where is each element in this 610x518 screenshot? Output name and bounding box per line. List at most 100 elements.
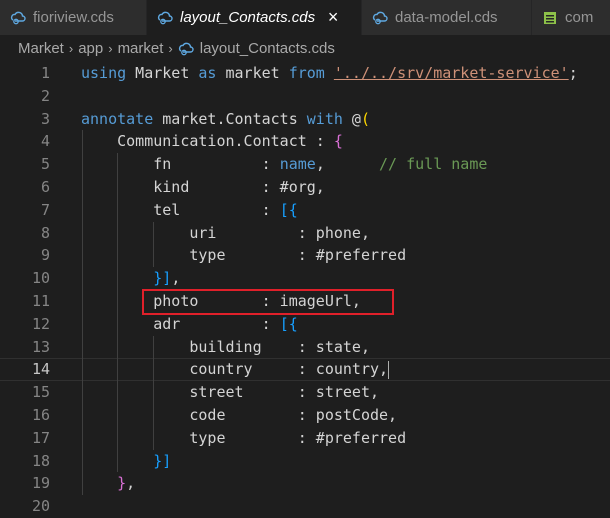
code-line[interactable]: 18 }] — [0, 450, 610, 473]
breadcrumb-item[interactable]: market — [118, 40, 164, 57]
code-token: '../../srv/market-service' — [333, 64, 569, 82]
code-token: }] — [153, 269, 172, 288]
chevron-right-icon: › — [68, 41, 74, 56]
code-line[interactable]: 7 tel : [{ — [0, 199, 610, 222]
code-line[interactable]: 16 code : postCode, — [0, 404, 610, 427]
code-text: }, — [81, 472, 135, 495]
code-token: ; — [568, 64, 578, 82]
code-line[interactable]: 6 kind : #org, — [0, 176, 610, 199]
code-token: { — [333, 132, 343, 151]
line-number: 4 — [40, 132, 50, 151]
line-number: 3 — [40, 109, 50, 128]
tab-label: layout_Contacts.cds — [180, 9, 316, 26]
code-line[interactable]: 3 annotate market.Contacts with @( — [0, 108, 610, 131]
code-line[interactable]: 14 country : country, — [0, 358, 610, 382]
breadcrumb-item[interactable]: app — [78, 40, 103, 57]
code-text: }] — [81, 450, 171, 473]
code-line[interactable]: 8 uri : phone, — [0, 222, 610, 245]
tab-com[interactable]: com — [532, 0, 610, 35]
line-number: 6 — [40, 178, 50, 196]
code-line[interactable]: 10 }], — [0, 267, 610, 290]
code-token: as — [198, 64, 217, 82]
indent-guide — [153, 335, 155, 450]
code-line[interactable]: 19 }, — [0, 472, 610, 495]
indent-guide — [117, 153, 119, 473]
code-line[interactable]: 1 using Market as market from '../../srv/… — [0, 62, 610, 85]
code-token: @ — [342, 109, 361, 128]
line-number: 19 — [31, 474, 50, 493]
code-token: building : state, — [81, 337, 370, 356]
code-token: }] — [153, 451, 172, 470]
code-text: using Market as market from '../../srv/m… — [81, 62, 578, 85]
code-text: }], — [81, 267, 180, 290]
code-text: Communication.Contact : { — [81, 130, 343, 153]
indent-guide — [153, 221, 155, 268]
code-editor[interactable]: 1 using Market as market from '../../srv/… — [0, 62, 610, 517]
code-token: } — [117, 474, 127, 493]
line-number: 20 — [31, 497, 50, 516]
code-token: type : #preferred — [81, 246, 407, 265]
code-line[interactable]: 12 adr : [{ — [0, 313, 610, 336]
line-number: 1 — [40, 64, 50, 82]
code-token: using — [81, 64, 127, 82]
tab-label: data-model.cds — [395, 9, 498, 26]
line-number: 15 — [31, 383, 50, 402]
cds-file-icon — [178, 41, 194, 57]
close-icon[interactable]: × — [325, 7, 341, 28]
code-text: uri : phone, — [81, 222, 370, 245]
indent-guide — [81, 130, 83, 496]
tab-label: fioriview.cds — [33, 9, 114, 26]
chevron-right-icon: › — [168, 41, 173, 56]
tab-data-model-cds[interactable]: data-model.cds — [362, 0, 532, 35]
code-token: type : #preferred — [81, 428, 407, 447]
code-token: tel : — [81, 200, 280, 219]
code-token: from — [288, 64, 325, 82]
code-line[interactable]: 4 Communication.Contact : { — [0, 130, 610, 153]
code-token: , — [315, 155, 380, 174]
line-number: 10 — [31, 269, 50, 288]
code-token: Communication.Contact : — [81, 132, 334, 151]
line-number: 14 — [31, 360, 50, 379]
code-line[interactable]: 2 — [0, 85, 610, 108]
breadcrumb-item[interactable]: layout_Contacts.cds — [200, 40, 335, 57]
chevron-right-icon: › — [108, 41, 113, 56]
code-token: country : country, — [81, 360, 389, 379]
tab-layout-contacts-cds[interactable]: layout_Contacts.cds × — [147, 0, 362, 35]
line-number: 16 — [31, 406, 50, 424]
code-text: type : #preferred — [81, 427, 406, 450]
code-line[interactable]: 13 building : state, — [0, 336, 610, 359]
code-line[interactable]: 9 type : #preferred — [0, 244, 610, 267]
code-text: country : country, — [81, 359, 390, 380]
code-token: uri : phone, — [81, 223, 370, 242]
code-token: name — [279, 155, 316, 174]
breadcrumb-item[interactable]: Market — [18, 40, 64, 57]
code-token: , — [126, 474, 136, 493]
cds-file-icon — [10, 10, 26, 26]
code-text: annotate market.Contacts with @( — [81, 108, 370, 131]
code-token: ( — [360, 109, 370, 128]
code-token: market — [216, 64, 289, 82]
code-line[interactable]: 17 type : #preferred — [0, 427, 610, 450]
line-number: 13 — [31, 337, 50, 356]
code-line[interactable]: 5 fn : name, // full name — [0, 153, 610, 176]
code-token: code : postCode, — [81, 406, 398, 424]
code-token: // full name — [379, 155, 488, 174]
highlight-box — [141, 289, 394, 315]
code-text: code : postCode, — [81, 404, 397, 427]
code-token: annotate — [81, 109, 154, 128]
cds-file-icon — [372, 10, 388, 26]
line-number: 7 — [40, 200, 50, 219]
line-number: 5 — [40, 155, 50, 174]
code-token: adr : — [81, 314, 280, 333]
code-text: building : state, — [81, 336, 370, 359]
code-line[interactable]: 15 street : street, — [0, 381, 610, 404]
text-cursor — [388, 360, 390, 379]
code-line[interactable]: 20 — [0, 495, 610, 518]
code-text: tel : [{ — [81, 199, 298, 222]
tab-fioriview-cds[interactable]: fioriview.cds — [0, 0, 147, 35]
code-token: Market — [126, 64, 199, 82]
code-token: fn : — [81, 155, 280, 174]
code-token: [{ — [279, 314, 298, 333]
code-token: with — [306, 109, 343, 128]
